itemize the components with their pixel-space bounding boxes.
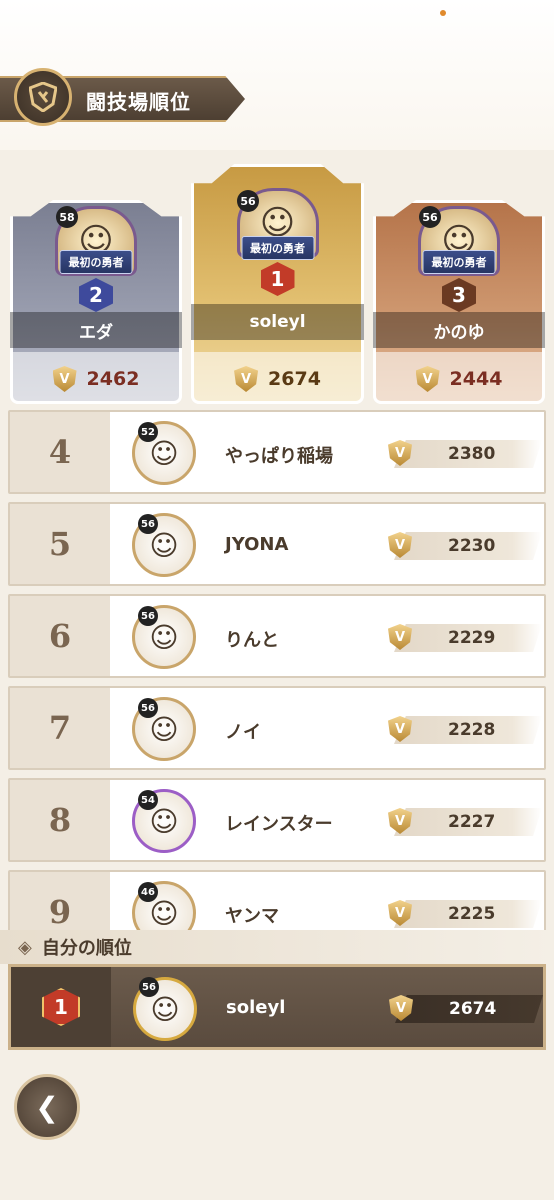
score-value: 2674 [268,368,321,390]
podium-rank-2[interactable]: ☺ 58 最初の勇者 2 エダ 2462 [10,200,182,404]
ranking-list[interactable]: 4 ☺ 52 やっぱり稲場 2380 5 ☺ 56 JYONA 2230 6 ☺… [0,410,554,930]
back-button[interactable]: ❮ [14,1074,80,1140]
status-indicator [440,10,446,16]
player-name: JYONA [225,534,289,555]
level-badge: 58 [56,206,78,228]
level-badge: 46 [138,882,158,902]
player-name: ヤンマ [225,906,279,927]
trophy-shield-icon [415,366,440,392]
level-badge: 56 [139,977,159,997]
trophy-shield-icon [234,366,259,392]
score-value: 2380 [448,444,496,464]
page-title: 闘技場順位 [86,90,191,114]
level-badge: 56 [138,606,158,626]
ranking-row[interactable]: 5 ☺ 56 JYONA 2230 [8,502,546,586]
ranking-row[interactable]: 9 ☺ 46 ヤンマ 2225 [8,870,546,930]
player-name: エダ [10,312,182,348]
score: 2674 [191,366,364,392]
my-rank-section-header: ◈ 自分の順位 [0,930,554,964]
rank-cell: 1 [11,967,111,1047]
ranking-row[interactable]: 6 ☺ 56 りんと 2229 [8,594,546,678]
top-bar [0,0,554,150]
score: 2444 [373,366,545,392]
rank-badge: 1 [42,988,80,1026]
score: 2462 [10,366,182,392]
level-badge: 52 [138,422,158,442]
trophy-shield-icon [52,366,77,392]
player-name: やっぱり稲場 [225,446,333,467]
rank-number: 7 [10,688,110,768]
section-title: 自分の順位 [41,938,132,959]
score-value: 2225 [448,904,496,924]
score-value: 2462 [86,368,140,390]
level-badge: 56 [419,206,441,228]
level-badge: 56 [237,190,259,212]
podium-rank-1[interactable]: ☺ 56 最初の勇者 1 soleyl 2674 [191,164,364,404]
score-bar: 2230 [394,532,542,560]
player-name: レインスター [225,814,333,835]
ranking-row[interactable]: 7 ☺ 56 ノイ 2228 [8,686,546,770]
level-badge: 56 [138,514,158,534]
score-bar: 2228 [394,716,542,744]
level-badge: 54 [138,790,158,810]
score-bar: 2674 [395,995,543,1023]
ranking-row[interactable]: 8 ☺ 54 レインスター 2227 [8,778,546,862]
podium-rank-3[interactable]: ☺ 56 最初の勇者 3 かのゆ 2444 [373,200,545,404]
rank-number: 6 [10,596,110,676]
my-rank-row[interactable]: 1 ☺ 56 soleyl 2674 [8,964,546,1050]
rank-number: 4 [10,412,110,492]
back-arrow-icon: ❮ [35,1090,59,1124]
score-bar: 2225 [394,900,542,928]
player-title: 最初の勇者 [59,250,133,274]
score-value: 2674 [449,999,497,1019]
rank-number: 8 [10,780,110,860]
player-title: 最初の勇者 [241,236,314,260]
player-name: ノイ [225,722,261,743]
diamond-icon: ◈ [18,936,32,958]
player-name: かのゆ [373,312,545,348]
score-bar: 2227 [394,808,542,836]
player-name: soleyl [191,304,364,340]
score-bar: 2229 [394,624,542,652]
score-value: 2227 [448,812,496,832]
rank-number: 9 [10,872,110,930]
score-value: 2229 [448,628,496,648]
score-value: 2230 [448,536,496,556]
arena-emblem-icon [14,68,72,126]
score-value: 2444 [449,368,503,390]
player-title: 最初の勇者 [422,250,496,274]
ranking-row[interactable]: 4 ☺ 52 やっぱり稲場 2380 [8,410,546,494]
score-value: 2228 [448,720,496,740]
rank-number: 5 [10,504,110,584]
player-name: soleyl [226,997,286,1018]
player-name: りんと [225,630,279,651]
score-bar: 2380 [394,440,542,468]
level-badge: 56 [138,698,158,718]
